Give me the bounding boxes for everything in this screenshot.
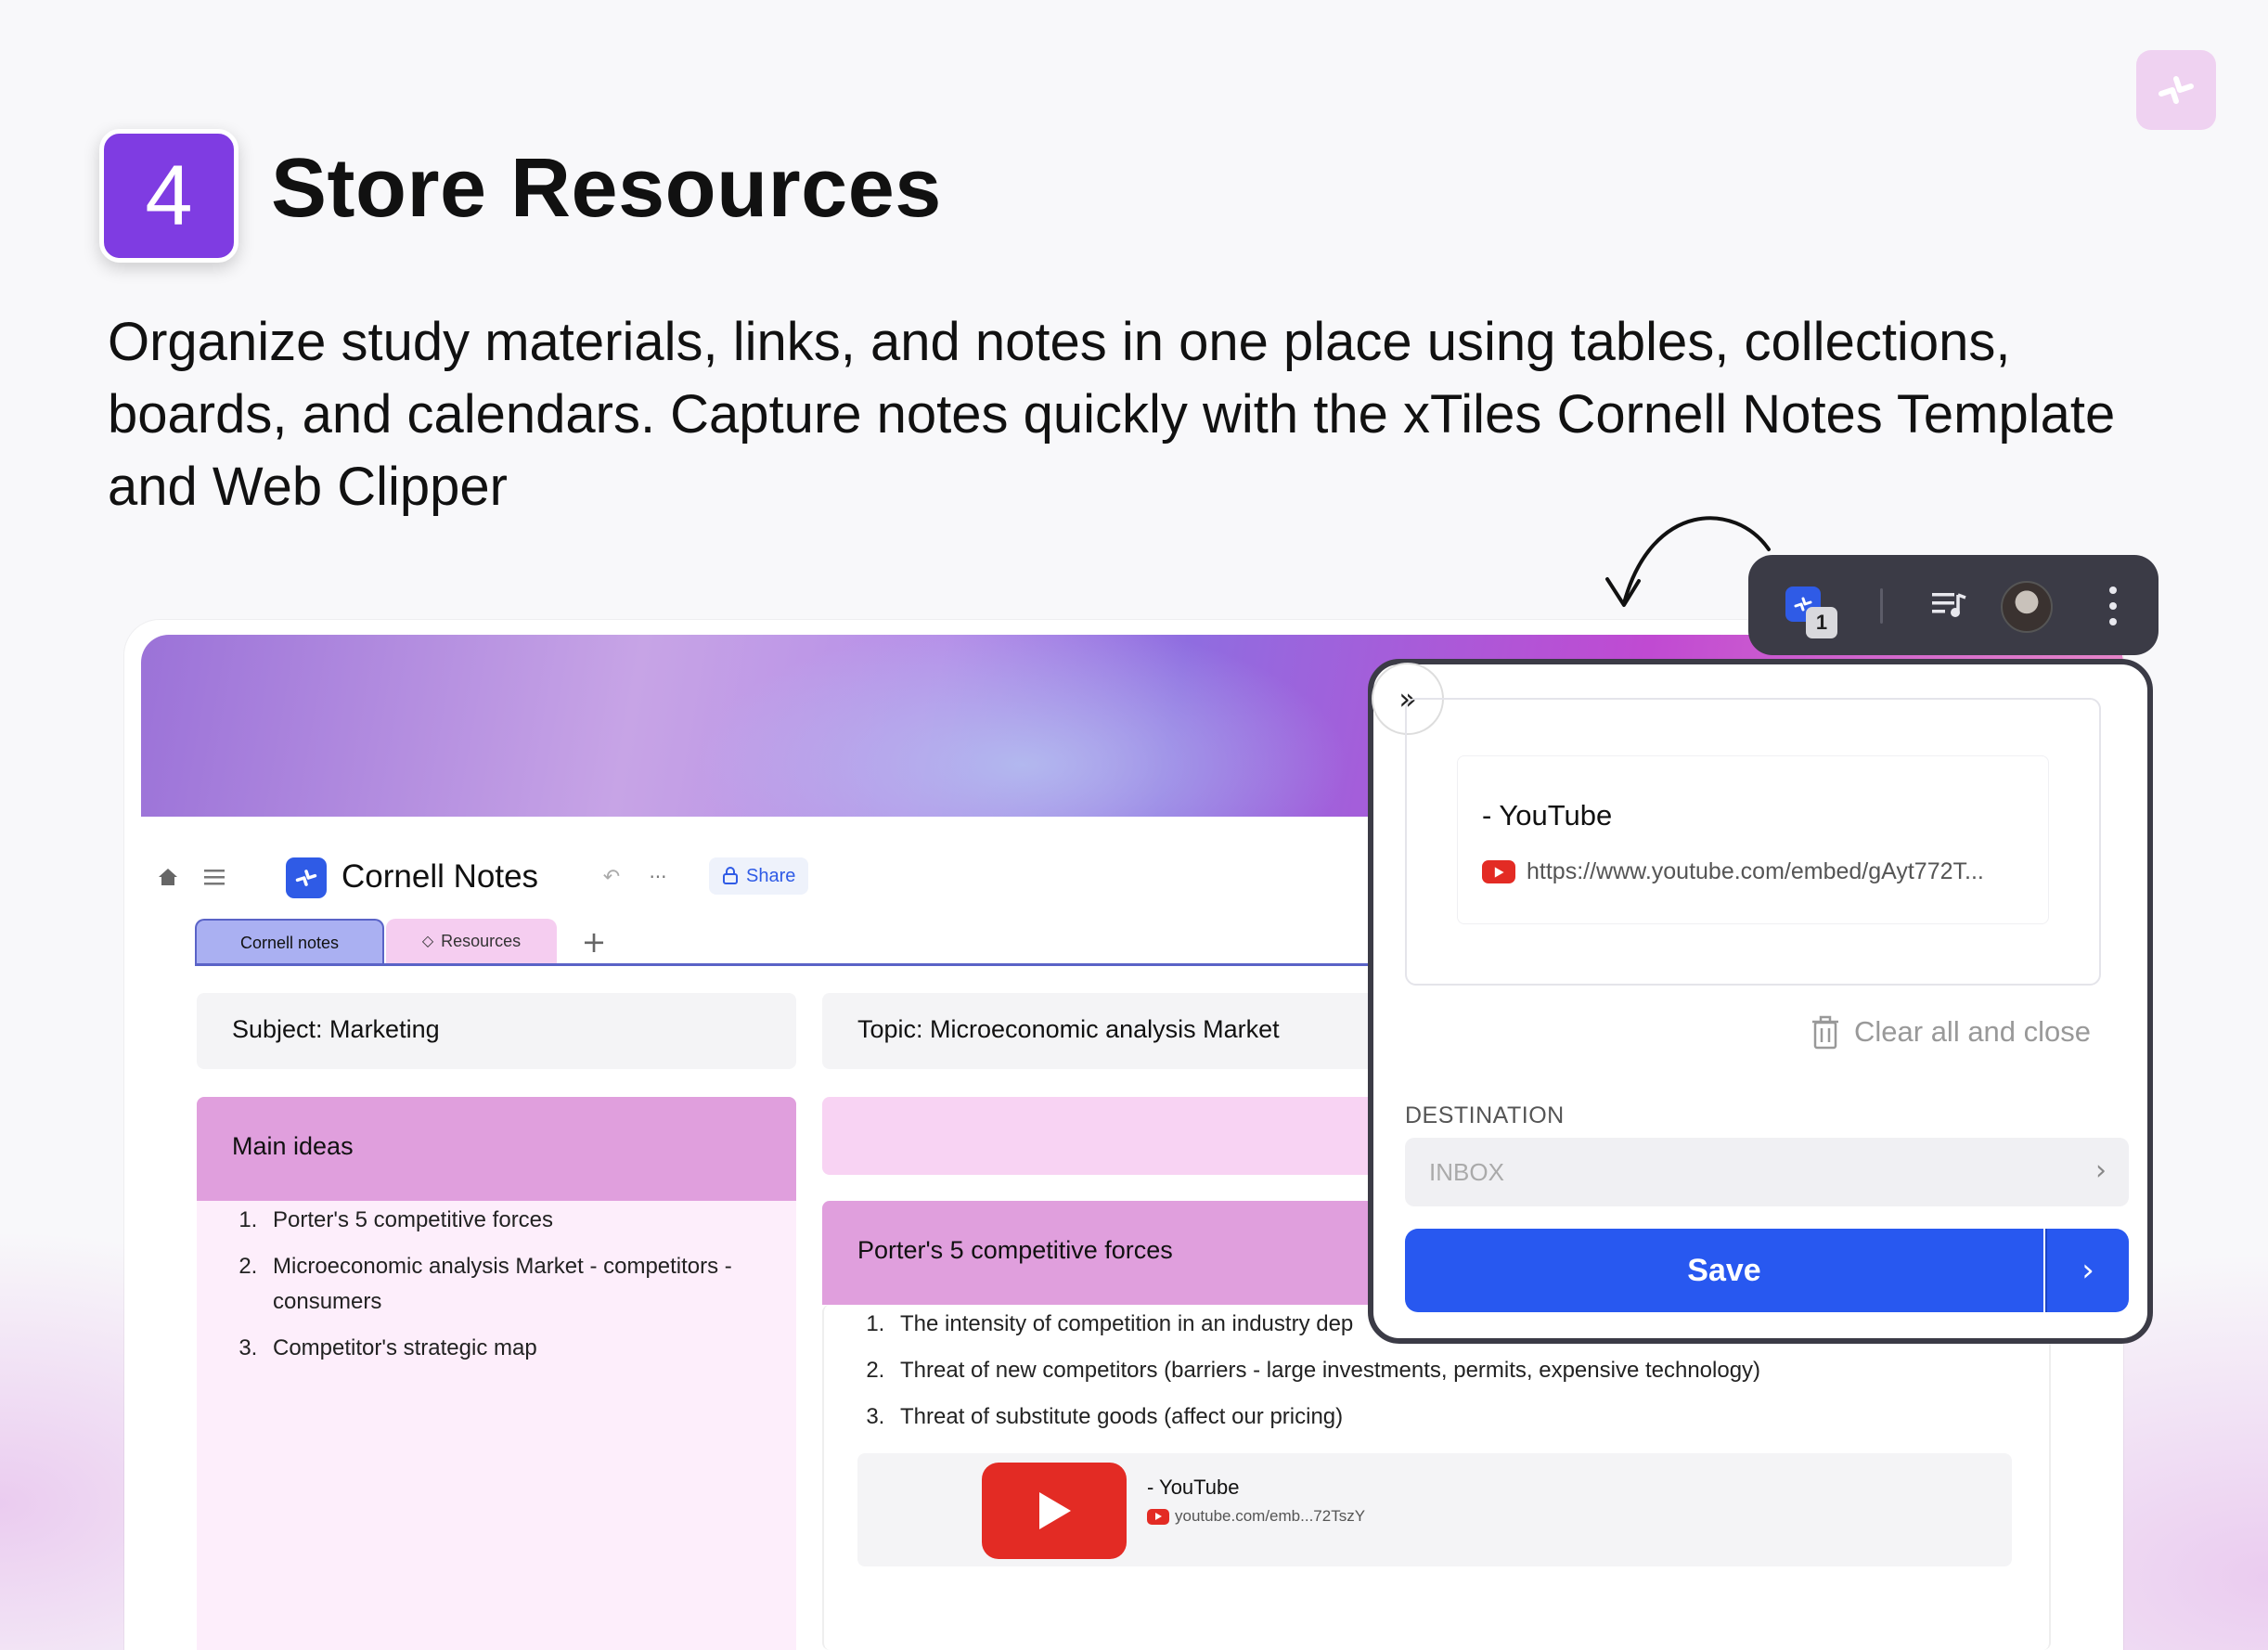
share-label: Share	[746, 865, 796, 886]
tab-bar: Cornell notes ◇ Resources +	[195, 919, 1494, 965]
destination-value: INBOX	[1429, 1158, 1504, 1186]
main-ideas-body[interactable]: Porter's 5 competitive forces Microecono…	[197, 1201, 796, 1650]
chevron-right-icon: ›	[2081, 1252, 2094, 1289]
tab-label: Cornell notes	[239, 933, 340, 952]
main-ideas-title: Main ideas	[232, 1132, 354, 1160]
main-ideas-header[interactable]: Main ideas	[197, 1097, 796, 1201]
main-ideas-list: Porter's 5 competitive forces Microecono…	[225, 1203, 783, 1377]
diamond-icon: ◇	[421, 934, 434, 949]
clear-all-button[interactable]: Clear all and close	[1811, 1010, 2091, 1054]
list-item: Porter's 5 competitive forces	[264, 1203, 783, 1238]
embed-title: - YouTube	[1147, 1476, 1240, 1499]
share-button[interactable]: Share	[709, 857, 809, 895]
home-icon[interactable]	[154, 863, 182, 891]
youtube-thumbnail[interactable]	[982, 1463, 1127, 1559]
plus-icon[interactable]: +	[575, 924, 612, 960]
doc-toolbar: Cornell Notes ↶ ··· Share	[152, 850, 987, 906]
doc-title: Cornell Notes	[341, 858, 539, 895]
clip-title: - YouTube	[1482, 799, 1613, 831]
tab-cornell-notes[interactable]: Cornell notes	[195, 919, 384, 965]
play-icon	[1039, 1492, 1071, 1529]
embed-url-text: youtube.com/emb...72TszY	[1175, 1507, 1366, 1525]
trash-icon	[1812, 1015, 1838, 1050]
porter-title: Porter's 5 competitive forces	[857, 1236, 1173, 1264]
youtube-icon	[1147, 1508, 1169, 1525]
toolbar-divider	[1880, 588, 1883, 624]
list-item: Competitor's strategic map	[264, 1331, 783, 1366]
queue-icon[interactable]	[1927, 583, 1971, 627]
clear-all-label: Clear all and close	[1854, 1015, 2092, 1048]
page-title: Store Resources	[271, 142, 942, 235]
list-item: Threat of new competitors (barriers - la…	[891, 1353, 2042, 1388]
subject-card[interactable]: Subject: Marketing	[197, 993, 796, 1069]
subject-label: Subject: Marketing	[232, 1015, 440, 1043]
more-vertical-icon[interactable]	[2099, 583, 2127, 629]
avatar[interactable]	[2001, 581, 2053, 633]
save-button[interactable]: Save	[1405, 1229, 2043, 1312]
extension-toolbar: 1	[1748, 555, 2158, 655]
page-description: Organize study materials, links, and not…	[108, 312, 2116, 517]
web-clipper-panel: » - YouTube https://www.youtube.com/embe…	[1368, 659, 2153, 1344]
tab-label: Resources	[441, 931, 522, 950]
tab-underline	[195, 963, 1494, 966]
list-item: Threat of substitute goods (affect our p…	[891, 1399, 2042, 1435]
destination-select[interactable]: INBOX ›	[1405, 1138, 2129, 1206]
chevron-right-icon: ›	[2095, 1154, 2107, 1187]
save-options-button[interactable]: ›	[2045, 1229, 2129, 1312]
clip-preview-card[interactable]: - YouTube https://www.youtube.com/embed/…	[1457, 755, 2049, 924]
undo-icon[interactable]: ↶	[598, 863, 625, 891]
clip-url: https://www.youtube.com/embed/gAyt772T..…	[1482, 858, 1984, 885]
more-icon[interactable]: ···	[644, 863, 672, 891]
clip-count-badge: 1	[1806, 607, 1837, 638]
xtiles-logo-icon	[2136, 50, 2216, 130]
topic-label: Topic: Microeconomic analysis Market	[857, 1015, 1280, 1043]
menu-icon[interactable]	[200, 863, 228, 891]
step-number-badge: 4	[99, 129, 238, 263]
embed-url[interactable]: youtube.com/emb...72TszY	[1147, 1507, 1365, 1526]
list-item: Microeconomic analysis Market - competit…	[264, 1249, 783, 1320]
tab-resources[interactable]: ◇ Resources	[386, 919, 557, 963]
xtiles-logo-icon	[286, 857, 327, 898]
destination-label: DESTINATION	[1405, 1102, 1565, 1128]
lock-icon	[723, 867, 738, 884]
clip-preview: - YouTube https://www.youtube.com/embed/…	[1405, 698, 2101, 986]
youtube-embed[interactable]: - YouTube youtube.com/emb...72TszY	[857, 1453, 2012, 1566]
youtube-icon	[1482, 860, 1515, 883]
clip-url-text: https://www.youtube.com/embed/gAyt772T..…	[1527, 858, 1984, 884]
